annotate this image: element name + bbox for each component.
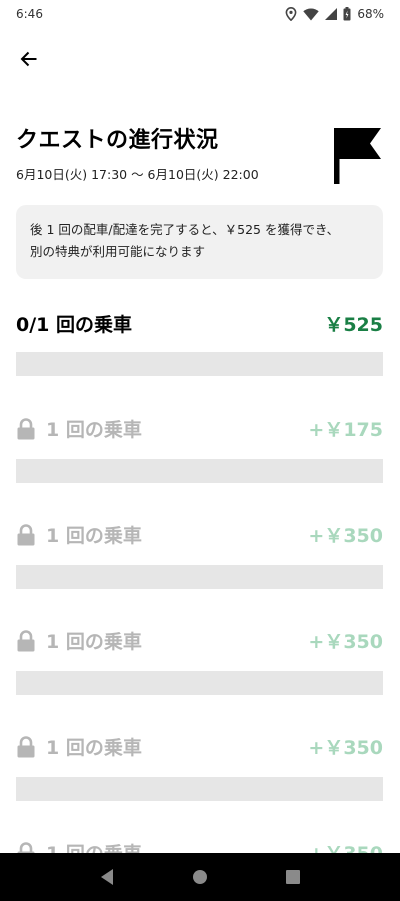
battery-icon <box>343 7 351 21</box>
info-text-line2: 別の特典が利用可能になります <box>30 244 206 259</box>
status-bar: 6:46 68% <box>0 0 400 28</box>
current-reward: ￥525 <box>324 314 383 336</box>
info-text-line1: 後 1 回の配車/配達を完了すると、￥525 を獲得でき、 <box>30 222 340 237</box>
locked-step-reward: +￥350 <box>308 631 383 653</box>
location-icon <box>285 7 297 21</box>
progress-bar <box>16 777 383 801</box>
progress-bar <box>16 671 383 695</box>
lock-icon <box>17 417 35 439</box>
locked-step-reward: +￥350 <box>308 737 383 759</box>
system-nav-bar <box>0 853 400 901</box>
progress-bar <box>16 352 383 376</box>
circle-home-icon[interactable] <box>192 869 208 885</box>
locked-step-label: 1 回の乗車 <box>46 525 142 547</box>
info-box: 後 1 回の配車/配達を完了すると、￥525 を獲得でき、 別の特典が利用可能に… <box>16 205 383 279</box>
progress-bar <box>16 459 383 483</box>
locked-step: 1 回の乗車 +￥350 <box>16 733 383 760</box>
locked-step: 1 回の乗車 +￥350 <box>16 627 383 654</box>
current-progress-row: 0/1 回の乗車 ￥525 <box>16 310 383 337</box>
lock-icon <box>17 629 35 651</box>
lock-icon <box>17 735 35 757</box>
locked-step-label: 1 回の乗車 <box>46 737 142 759</box>
signal-icon <box>325 8 338 20</box>
locked-step: 1 回の乗車 +￥175 <box>16 415 383 442</box>
page-title: クエストの進行状況 <box>16 128 219 153</box>
wifi-icon <box>303 8 320 20</box>
back-button[interactable] <box>14 44 44 74</box>
arrow-left-icon <box>20 51 37 67</box>
flag-icon <box>334 128 381 184</box>
current-progress-label: 0/1 回の乗車 <box>16 314 132 336</box>
status-icons: 68% <box>285 7 384 21</box>
date-range: 6月10日(火) 17:30 〜 6月10日(火) 22:00 <box>16 167 259 182</box>
lock-icon <box>17 523 35 545</box>
progress-bar <box>16 565 383 589</box>
triangle-back-icon[interactable] <box>99 868 115 886</box>
battery-percent: 68% <box>357 7 384 21</box>
locked-step-reward: +￥350 <box>308 525 383 547</box>
square-recents-icon[interactable] <box>285 869 301 885</box>
locked-step-label: 1 回の乗車 <box>46 631 142 653</box>
locked-step: 1 回の乗車 +￥350 <box>16 521 383 548</box>
status-time: 6:46 <box>16 7 43 21</box>
locked-step-reward: +￥175 <box>308 419 383 441</box>
locked-step-label: 1 回の乗車 <box>46 419 142 441</box>
